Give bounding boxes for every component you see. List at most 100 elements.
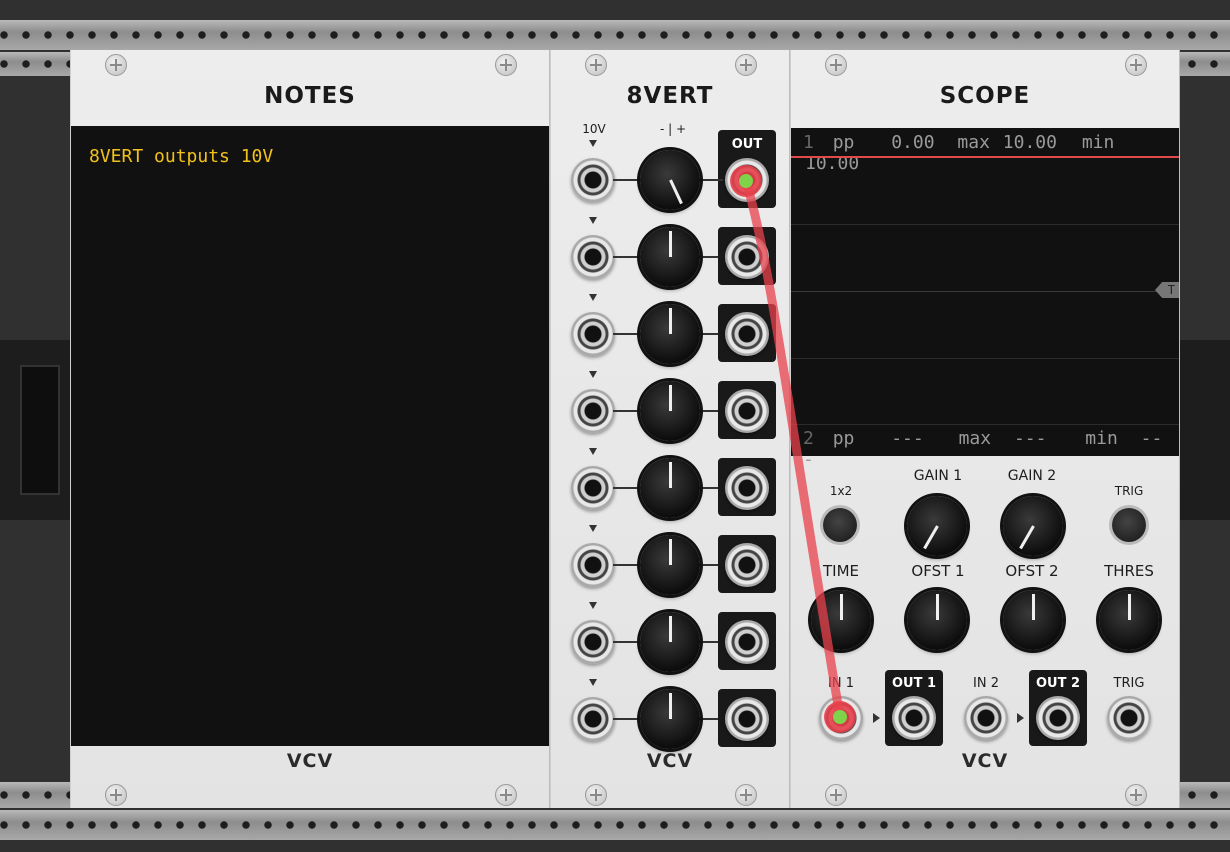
screw-icon	[495, 54, 517, 76]
thres-knob[interactable]	[1099, 590, 1159, 650]
8vert-output-jack[interactable]	[725, 158, 769, 202]
label-trig-input: TRIG	[1113, 676, 1145, 691]
arrow-down-icon	[589, 217, 597, 224]
ch1-number: 1	[803, 132, 814, 153]
label-range: - | +	[659, 122, 687, 136]
ofst1-knob[interactable]	[907, 590, 967, 650]
rack-rail-top	[0, 20, 1230, 50]
ch1-max-value: 10.00	[1002, 132, 1057, 153]
8vert-gain-knob[interactable]	[640, 227, 700, 287]
arrow-down-icon	[589, 602, 597, 609]
grid-line	[791, 424, 1179, 425]
label-time: TIME	[822, 562, 859, 580]
8vert-output-jack[interactable]	[725, 620, 769, 664]
scope-module[interactable]: SCOPE 1 pp 0.00 max 10.00 min 10.00 T 2 …	[790, 50, 1180, 808]
gain2-knob[interactable]	[1003, 496, 1063, 556]
notes-title: NOTES	[264, 83, 356, 109]
rack-rail-bottom-2	[0, 810, 1230, 840]
ch2-min-label: min	[1085, 428, 1118, 449]
grid-line	[791, 224, 1179, 225]
8vert-output-jack[interactable]	[725, 466, 769, 510]
screw-icon	[495, 784, 517, 806]
label-gain2: GAIN 2	[1007, 468, 1057, 484]
ch1-max-label: max	[957, 132, 990, 153]
8vert-row	[551, 140, 789, 224]
ch2-pp-value: ---	[891, 428, 924, 449]
out2-jack[interactable]	[1036, 696, 1080, 740]
screw-icon	[825, 54, 847, 76]
trig-button[interactable]	[1112, 508, 1146, 542]
8vert-output-jack[interactable]	[725, 389, 769, 433]
8vert-output-jack[interactable]	[725, 543, 769, 587]
8vert-input-jack[interactable]	[571, 466, 615, 510]
notes-module[interactable]: NOTES 8VERT outputs 10V VCV	[70, 50, 550, 808]
vcv-logo: VCV	[961, 750, 1009, 772]
8vert-input-jack[interactable]	[571, 158, 615, 202]
ofst2-knob[interactable]	[1003, 590, 1063, 650]
label-ofst1: OFST 1	[911, 562, 965, 580]
8vert-title: 8VERT	[626, 83, 714, 109]
ch1-min-label: min	[1081, 132, 1115, 153]
1x2-button[interactable]	[823, 508, 857, 542]
screw-icon	[1125, 54, 1147, 76]
notes-text: 8VERT outputs 10V	[89, 146, 274, 167]
screw-icon	[825, 784, 847, 806]
8vert-gain-knob[interactable]	[640, 150, 700, 210]
8vert-input-jack[interactable]	[571, 235, 615, 279]
8vert-row	[551, 525, 789, 609]
grid-line	[791, 291, 1179, 292]
8vert-input-jack[interactable]	[571, 697, 615, 741]
8vert-gain-knob[interactable]	[640, 535, 700, 595]
gain1-knob[interactable]	[907, 496, 967, 556]
8vert-output-jack[interactable]	[725, 312, 769, 356]
screw-icon	[1125, 784, 1147, 806]
trigger-marker-icon: T	[1155, 282, 1179, 298]
8vert-gain-knob[interactable]	[640, 689, 700, 749]
label-thres: THRES	[1104, 562, 1154, 580]
screw-icon	[105, 784, 127, 806]
trig-input-jack[interactable]	[1107, 696, 1151, 740]
label-1x2: 1x2	[829, 484, 853, 498]
arrow-down-icon	[589, 525, 597, 532]
8vert-row	[551, 217, 789, 301]
8vert-gain-knob[interactable]	[640, 612, 700, 672]
notes-text-area[interactable]: 8VERT outputs 10V	[71, 126, 549, 746]
8vert-gain-knob[interactable]	[640, 458, 700, 518]
ch1-trace	[791, 156, 1179, 158]
out1-jack[interactable]	[892, 696, 936, 740]
8vert-gain-knob[interactable]	[640, 304, 700, 364]
in1-jack[interactable]	[819, 696, 863, 740]
scope-title: SCOPE	[939, 83, 1031, 109]
8vert-input-jack[interactable]	[571, 620, 615, 664]
8vert-input-jack[interactable]	[571, 312, 615, 356]
ch2-number: 2	[803, 428, 814, 449]
arrow-down-icon	[589, 448, 597, 455]
label-out: OUT	[731, 137, 763, 152]
time-knob[interactable]	[811, 590, 871, 650]
arrow-down-icon	[589, 679, 597, 686]
8vert-row	[551, 448, 789, 532]
ch2-pp-label: pp	[832, 428, 855, 449]
8vert-module[interactable]: 8VERT 10V - | + OUT VCV	[550, 50, 790, 808]
8vert-gain-knob[interactable]	[640, 381, 700, 441]
grid-line	[791, 358, 1179, 359]
rack-side-right	[1180, 340, 1230, 520]
8vert-row	[551, 371, 789, 455]
label-ofst2: OFST 2	[1005, 562, 1059, 580]
ch1-pp-label: pp	[832, 132, 855, 153]
screw-icon	[735, 784, 757, 806]
8vert-input-jack[interactable]	[571, 543, 615, 587]
screw-icon	[105, 54, 127, 76]
arrow-down-icon	[589, 371, 597, 378]
8vert-output-jack[interactable]	[725, 235, 769, 279]
screw-icon	[585, 54, 607, 76]
ch2-stats: 2 pp --- max --- min ---	[803, 428, 1171, 470]
scope-display[interactable]: 1 pp 0.00 max 10.00 min 10.00 T 2 pp ---…	[791, 128, 1179, 470]
label-out2: OUT 2	[1035, 676, 1081, 691]
in2-jack[interactable]	[964, 696, 1008, 740]
label-trig-button: TRIG	[1114, 484, 1144, 498]
8vert-output-jack[interactable]	[725, 697, 769, 741]
8vert-input-jack[interactable]	[571, 389, 615, 433]
vcv-logo: VCV	[646, 750, 694, 772]
arrow-right-icon	[1017, 713, 1024, 723]
